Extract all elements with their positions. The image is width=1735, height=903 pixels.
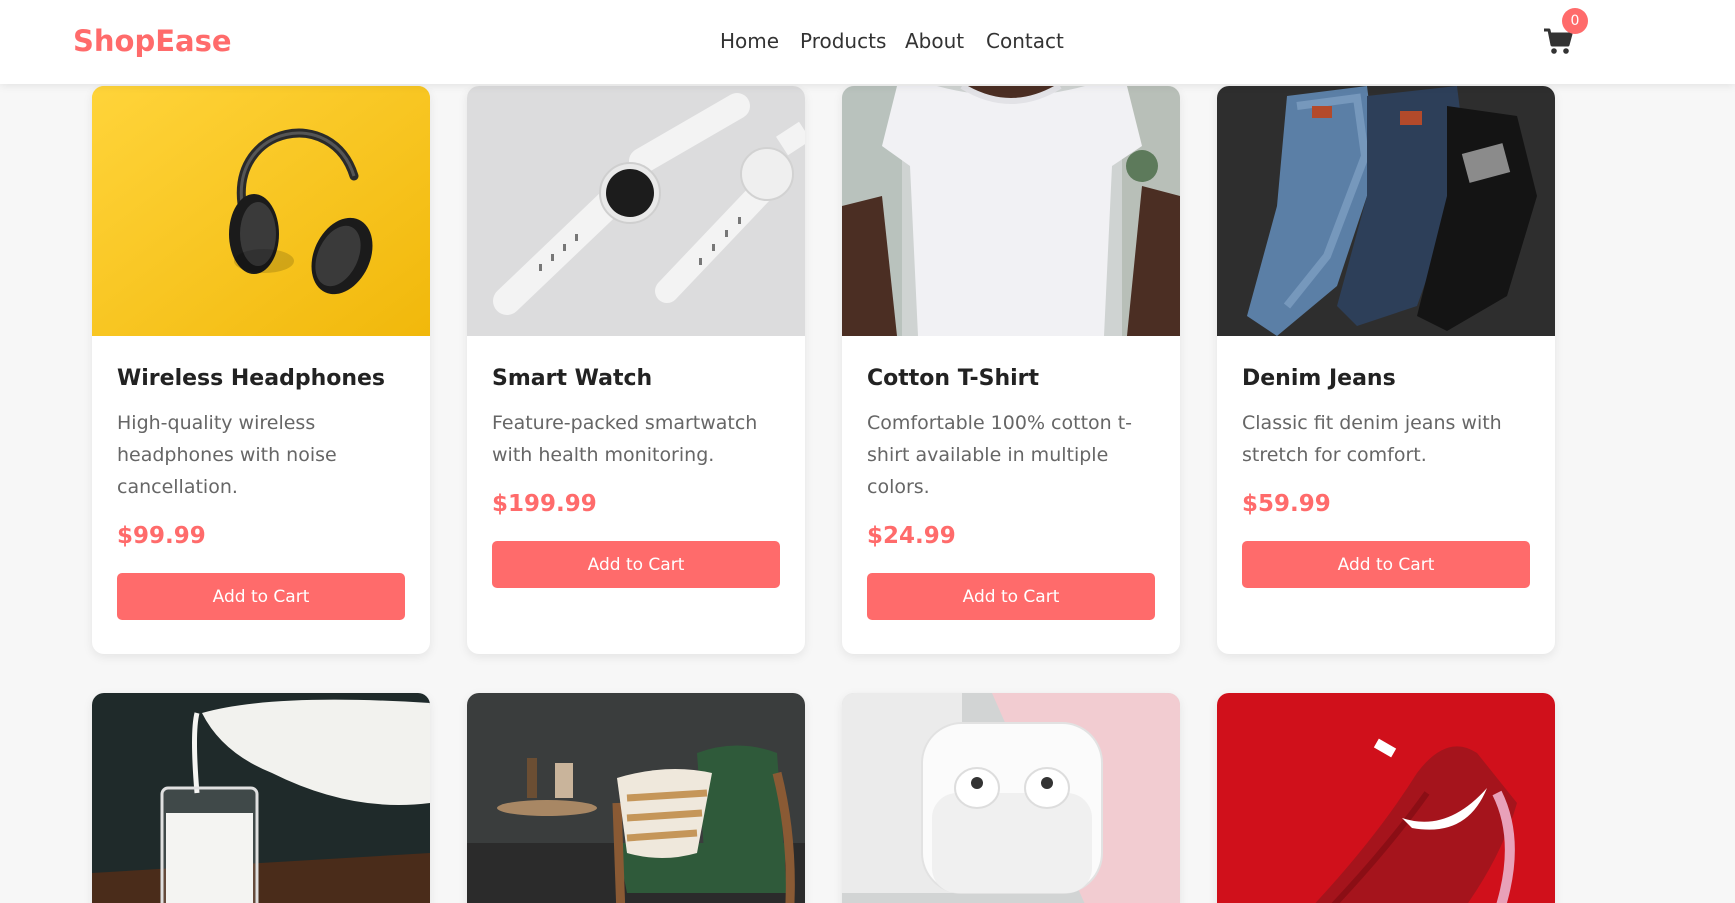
cart-count-badge: 0 (1562, 8, 1588, 34)
product-card: Denim Jeans Classic fit denim jeans with… (1217, 86, 1555, 654)
product-card (842, 693, 1180, 903)
product-title: Wireless Headphones (117, 366, 386, 391)
product-image-milk-pouring[interactable] (92, 693, 430, 903)
product-price: $199.99 (492, 491, 597, 517)
product-image-wireless-earbuds[interactable] (842, 693, 1180, 903)
nav-about[interactable]: About (905, 29, 964, 53)
product-price: $59.99 (1242, 491, 1331, 517)
logo[interactable]: ShopEase (73, 24, 232, 58)
product-price: $99.99 (117, 523, 206, 549)
product-image-denim-jeans[interactable] (1217, 86, 1555, 336)
add-to-cart-button[interactable]: Add to Cart (1242, 541, 1530, 588)
nav-contact[interactable]: Contact (986, 29, 1064, 53)
product-description: Comfortable 100% cotton t-shirt availabl… (867, 412, 1133, 498)
product-title: Smart Watch (492, 366, 653, 391)
product-card: Wireless Headphones High-quality wireles… (92, 86, 430, 654)
product-description: Feature-packed smartwatch with health mo… (492, 412, 758, 466)
cart-button[interactable]: 0 (1543, 8, 1588, 60)
nav-products[interactable]: Products (800, 29, 886, 53)
product-card (467, 693, 805, 903)
add-to-cart-button[interactable]: Add to Cart (867, 573, 1155, 620)
add-to-cart-button[interactable]: Add to Cart (492, 541, 780, 588)
nav-home[interactable]: Home (720, 29, 779, 53)
product-image-green-armchair[interactable] (467, 693, 805, 903)
product-description: High-quality wireless headphones with no… (117, 412, 337, 498)
product-image-smart-watch[interactable] (467, 86, 805, 336)
product-image-headphones[interactable] (92, 86, 430, 336)
product-card: Smart Watch Feature-packed smartwatch wi… (467, 86, 805, 654)
product-description: Classic fit denim jeans with stretch for… (1242, 412, 1502, 466)
product-grid: Wireless Headphones High-quality wireles… (0, 0, 1735, 903)
product-image-red-sneaker[interactable] (1217, 693, 1555, 903)
product-title: Denim Jeans (1242, 366, 1396, 391)
product-card: Cotton T-Shirt Comfortable 100% cotton t… (842, 86, 1180, 654)
product-price: $24.99 (867, 523, 956, 549)
product-card (92, 693, 430, 903)
product-title: Cotton T-Shirt (867, 366, 1040, 391)
product-card (1217, 693, 1555, 903)
add-to-cart-button[interactable]: Add to Cart (117, 573, 405, 620)
site-header: ShopEase Home Products About Contact 0 (0, 0, 1735, 84)
product-image-white-t-shirt[interactable] (842, 86, 1180, 336)
